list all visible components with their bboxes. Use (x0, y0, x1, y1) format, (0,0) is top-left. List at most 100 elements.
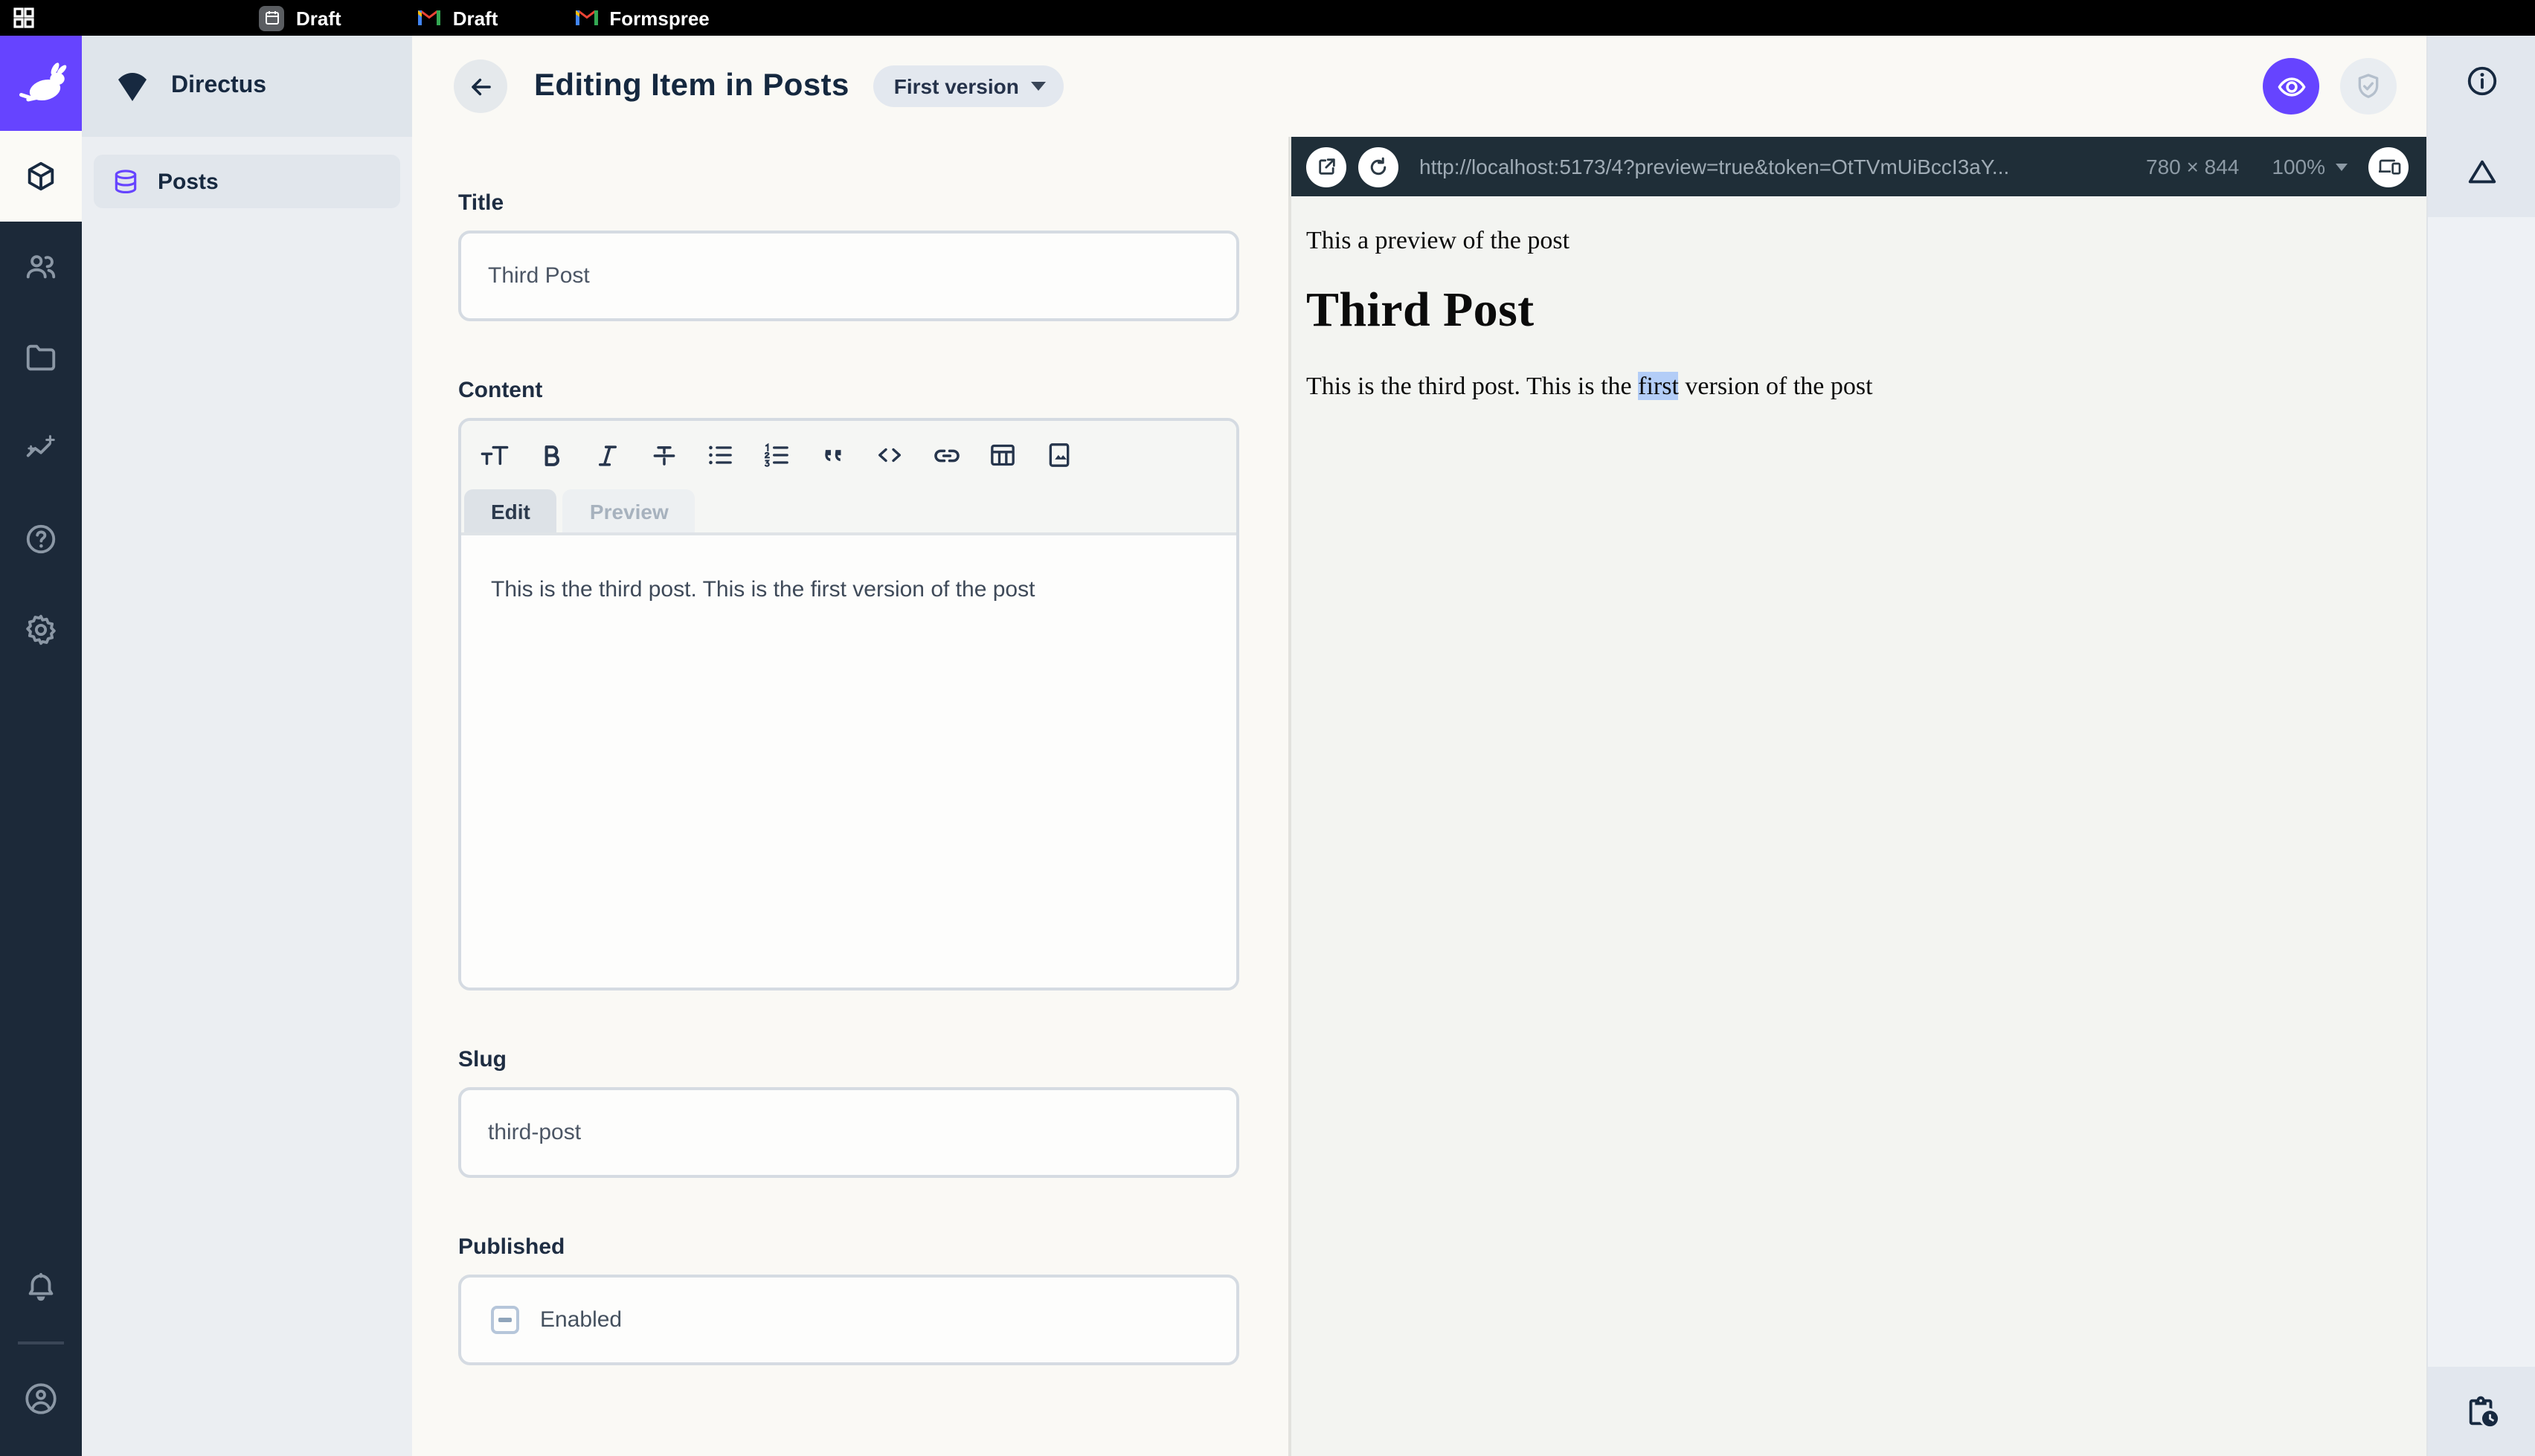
published-checkbox-row[interactable]: Enabled (458, 1275, 1239, 1365)
help-icon (26, 524, 56, 554)
apps-grid-icon[interactable] (12, 6, 36, 30)
pending-actions-tile[interactable] (2428, 1367, 2535, 1456)
version-selector[interactable]: First version (873, 65, 1064, 107)
right-sidebar (2426, 36, 2535, 1456)
module-users-button[interactable] (0, 222, 82, 312)
chevron-down-icon (2336, 163, 2348, 170)
info-icon (2467, 66, 2496, 96)
bulleted-list-button[interactable] (699, 436, 741, 474)
shield-check-icon (2358, 74, 2379, 98)
open-in-new-button[interactable] (1306, 146, 1346, 187)
preview-paragraph: This is the third post. This is the firs… (1306, 372, 1873, 400)
module-bar-divider (18, 1341, 64, 1344)
nav-item-label: Posts (158, 169, 219, 194)
format-size-button[interactable] (473, 436, 515, 474)
gmail-icon (418, 9, 441, 27)
insights-icon (26, 435, 55, 457)
slug-input[interactable]: third-post (458, 1087, 1239, 1178)
table-button[interactable] (982, 436, 1024, 474)
directus-app: Draft Draft Formspree Directus Posts Edi… (0, 0, 2535, 1456)
code-button[interactable] (869, 436, 910, 474)
gmail-icon (575, 9, 598, 27)
preview-url-bar: http://localhost:5173/4?preview=true&tok… (1291, 137, 2426, 196)
numbered-list-button[interactable] (756, 436, 797, 474)
module-files-button[interactable] (0, 312, 82, 403)
refresh-button[interactable] (1358, 146, 1398, 187)
directus-logo[interactable] (0, 36, 82, 131)
eye-icon (2277, 77, 2305, 96)
nav-item-posts[interactable]: Posts (94, 155, 400, 208)
preview-url-input[interactable]: http://localhost:5173/4?preview=true&tok… (1419, 155, 2128, 178)
gear-icon (26, 614, 56, 645)
italic-button[interactable] (586, 436, 628, 474)
preview-dimensions: 780 × 844 (2146, 155, 2240, 178)
item-edit-form: Title Third Post Content Edit Preview Th… (412, 137, 1291, 1456)
notifications-button[interactable] (0, 1242, 82, 1333)
field-slug: Slug third-post (458, 1047, 1239, 1178)
account-button[interactable] (0, 1353, 82, 1444)
project-header[interactable]: Directus (82, 36, 412, 137)
browser-tab-draft-calendar[interactable]: Draft (259, 5, 341, 30)
module-content-button[interactable] (0, 131, 82, 222)
field-published: Published Enabled (458, 1234, 1239, 1365)
field-label: Slug (458, 1047, 507, 1072)
field-label: Published (458, 1234, 565, 1260)
pending-actions-icon (2468, 1395, 2498, 1426)
project-icon (118, 73, 147, 101)
zoom-value: 100% (2272, 155, 2325, 178)
editor-toolbar (461, 421, 1236, 480)
title-value: Third Post (488, 263, 590, 289)
bell-icon (28, 1272, 54, 1301)
page-title: Editing Item in Posts (534, 68, 849, 103)
revisions-sidebar-button[interactable] (2428, 126, 2535, 217)
markdown-editor: Edit Preview This is the third post. Thi… (458, 418, 1239, 990)
image-button[interactable] (1038, 436, 1080, 474)
device-size-button[interactable] (2368, 146, 2409, 187)
change-history-triangle-icon (2467, 160, 2496, 184)
highlighted-text: first (1638, 372, 1679, 400)
field-label: Title (458, 190, 504, 216)
bold-button[interactable] (530, 436, 571, 474)
content-textarea[interactable]: This is the third post. This is the firs… (461, 535, 1236, 988)
calendar-31-icon (259, 5, 284, 30)
project-name: Directus (171, 73, 267, 98)
permissions-button[interactable] (2340, 58, 2397, 115)
browser-tab-formspree[interactable]: Formspree (575, 7, 710, 29)
blockquote-button[interactable] (812, 436, 854, 474)
slug-value: third-post (488, 1120, 582, 1145)
users-icon (26, 255, 56, 279)
preview-iframe-content: This a preview of the post Third Post Th… (1291, 196, 2426, 1456)
open-in-new-icon (1318, 158, 1334, 175)
chevron-down-icon (1030, 82, 1046, 91)
zoom-select[interactable]: 100% (2272, 155, 2348, 178)
back-button[interactable] (454, 59, 507, 113)
editor-tab-strip: Edit Preview (461, 480, 1236, 535)
browser-tab-label: Formspree (609, 7, 710, 29)
database-icon (115, 169, 137, 193)
module-bar (0, 36, 82, 1456)
folder-icon (26, 344, 56, 371)
browser-tab-draft-mail[interactable]: Draft (418, 7, 498, 29)
live-preview-button[interactable] (2263, 58, 2319, 115)
strikethrough-button[interactable] (643, 436, 684, 474)
title-input[interactable]: Third Post (458, 231, 1239, 321)
avatar-icon (25, 1383, 57, 1414)
browser-tab-label: Draft (452, 7, 498, 29)
module-insights-button[interactable] (0, 403, 82, 494)
field-title: Title Third Post (458, 190, 1239, 321)
version-label: First version (893, 74, 1019, 98)
field-content: Content Edit Preview This is the third p… (458, 378, 1239, 990)
devices-icon (2378, 159, 2400, 175)
tab-edit[interactable]: Edit (464, 489, 557, 532)
checkbox-label: Enabled (540, 1307, 623, 1333)
link-button[interactable] (925, 436, 967, 474)
tab-preview[interactable]: Preview (562, 489, 695, 532)
page-header: Editing Item in Posts First version (412, 36, 2426, 137)
module-settings-button[interactable] (0, 584, 82, 675)
info-sidebar-button[interactable] (2428, 36, 2535, 126)
module-help-button[interactable] (0, 494, 82, 584)
checkbox-indeterminate-icon[interactable] (491, 1306, 519, 1334)
preview-intro-text: This a preview of the post (1306, 226, 1570, 254)
navigation-sidebar: Directus Posts (82, 36, 412, 1456)
field-label: Content (458, 378, 543, 403)
